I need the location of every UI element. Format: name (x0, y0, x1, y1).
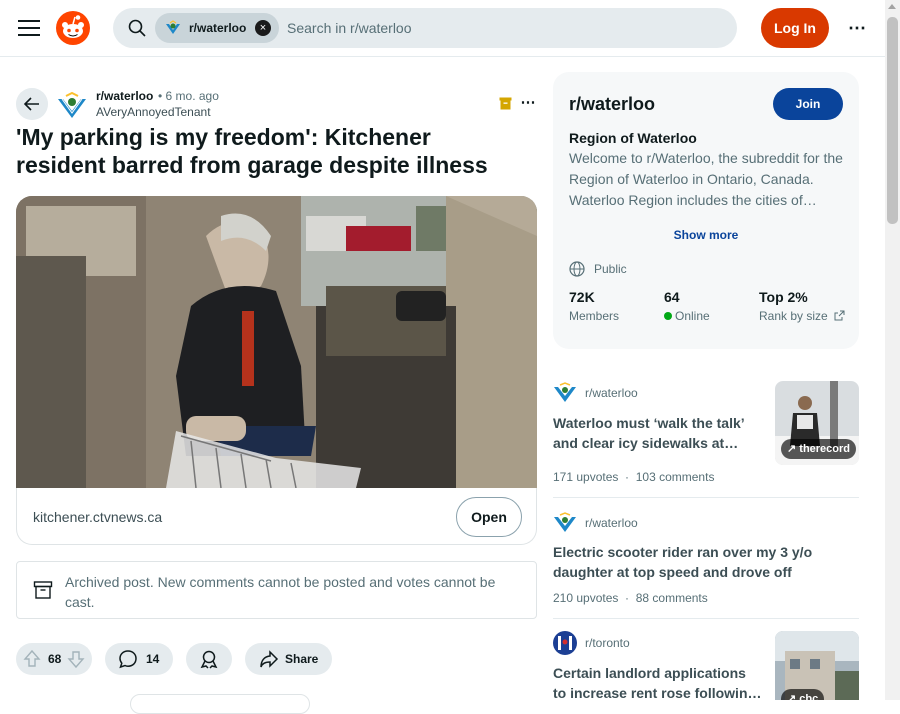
related-meta: 210 upvotes · 88 comments (553, 591, 708, 605)
community-description: Welcome to r/Waterloo, the subreddit for… (569, 150, 843, 208)
toronto-avatar-icon (553, 631, 577, 655)
subreddit-avatar-icon[interactable] (56, 90, 88, 122)
comment-count: 14 (146, 652, 160, 666)
show-more-button[interactable]: Show more (553, 228, 859, 242)
related-title[interactable]: Electric scooter rider ran over my 3 y/o… (553, 542, 843, 582)
archived-badge-icon (499, 97, 512, 110)
link-domain[interactable]: kitchener.ctvnews.ca (33, 509, 162, 525)
subreddit-chip-label: r/waterloo (189, 21, 247, 35)
scrollbar-thumb[interactable] (887, 17, 898, 224)
comments-button[interactable]: 14 (105, 643, 173, 675)
post-age: • 6 mo. ago (158, 89, 219, 103)
upvote-arrow-icon[interactable] (22, 649, 42, 669)
page-scrollbar[interactable] (885, 0, 900, 700)
vote-count: 68 (48, 652, 62, 666)
related-subreddit[interactable]: r/toronto (585, 636, 630, 650)
related-title[interactable]: Certain landlord applications to increas… (553, 663, 763, 700)
related-post[interactable]: r/toronto Certain landlord applications … (553, 631, 859, 700)
top-navigation-bar: r/waterloo × Search in r/waterloo Log In… (0, 0, 885, 57)
open-link-button[interactable]: Open (456, 497, 522, 537)
online-dot-icon (664, 312, 672, 320)
rank-label-wrap[interactable]: Rank by size (759, 309, 845, 323)
community-name[interactable]: r/waterloo (569, 94, 655, 115)
related-divider (553, 497, 859, 498)
thumbnail-source-tag: ↗ therecord (781, 439, 857, 459)
waterloo-avatar-icon (554, 512, 576, 532)
comment-bubble-icon (119, 650, 137, 669)
online-count: 64 (664, 289, 680, 305)
external-link-icon (834, 310, 845, 321)
share-icon (260, 650, 279, 668)
related-post[interactable]: r/waterloo Waterloo must ‘walk the talk’… (553, 381, 859, 491)
related-subreddit[interactable]: r/waterloo (585, 386, 638, 400)
share-button[interactable]: Share (245, 643, 332, 675)
search-placeholder[interactable]: Search in r/waterloo (287, 20, 412, 36)
archive-box-icon (33, 581, 53, 599)
waterloo-avatar-icon (554, 382, 576, 402)
related-upvotes: 210 upvotes (553, 591, 619, 605)
award-icon (200, 650, 218, 669)
post-author-link[interactable]: AVeryAnnoyedTenant (96, 105, 211, 119)
related-comments: 103 comments (635, 470, 715, 484)
related-subreddit[interactable]: r/waterloo (585, 516, 638, 530)
comment-box-peek[interactable] (130, 694, 310, 714)
community-visibility: Public (594, 262, 627, 276)
online-label-wrap: Online (664, 309, 710, 323)
waterloo-avatar-icon (166, 20, 180, 34)
related-upvotes: 171 upvotes (553, 470, 619, 484)
search-icon (128, 19, 146, 37)
search-bar[interactable]: r/waterloo × Search in r/waterloo (113, 8, 737, 48)
post-image[interactable] (16, 196, 537, 488)
rank-label: Rank by size (759, 309, 828, 323)
members-count: 72K (569, 289, 595, 305)
downvote-arrow-icon[interactable] (66, 649, 86, 669)
back-arrow-icon[interactable] (16, 88, 48, 120)
community-info-card: r/waterloo Join Region of Waterloo Welco… (553, 72, 859, 349)
login-button[interactable]: Log In (761, 8, 829, 48)
rank-value: Top 2% (759, 289, 808, 305)
archived-notice-text: Archived post. New comments cannot be po… (65, 574, 496, 610)
related-meta: 171 upvotes · 103 comments (553, 470, 715, 484)
menu-icon[interactable] (18, 19, 40, 37)
thumbnail-source-label: cbc (799, 693, 819, 700)
post-subreddit-link[interactable]: r/waterloo (96, 89, 153, 103)
thumbnail-source-label: therecord (799, 443, 851, 455)
vote-control: 68 (16, 643, 92, 675)
clear-chip-icon[interactable]: × (255, 20, 271, 36)
related-divider (553, 618, 859, 619)
join-button[interactable]: Join (773, 88, 843, 120)
related-thumbnail[interactable]: ↗ cbc (775, 631, 859, 700)
thumbnail-source-tag: ↗ cbc (781, 689, 825, 700)
scroll-up-arrow-icon[interactable] (888, 4, 896, 9)
external-link-card[interactable]: kitchener.ctvnews.ca Open (16, 488, 537, 545)
archived-notice: Archived post. New comments cannot be po… (16, 561, 537, 619)
post-title[interactable]: 'My parking is my freedom': Kitchener re… (16, 123, 526, 179)
related-post[interactable]: r/waterloo Electric scooter rider ran ov… (553, 511, 859, 607)
reddit-logo-icon[interactable] (56, 11, 90, 45)
more-options-icon[interactable]: ⋯ (846, 18, 868, 38)
online-label: Online (675, 309, 710, 323)
share-label: Share (285, 652, 319, 666)
subreddit-search-chip[interactable]: r/waterloo × (155, 13, 279, 43)
related-title[interactable]: Waterloo must ‘walk the talk’ and clear … (553, 413, 758, 453)
members-label: Members (569, 309, 620, 323)
related-comments: 88 comments (635, 591, 708, 605)
award-button[interactable] (186, 643, 232, 675)
post-more-options-icon[interactable]: ⋯ (518, 93, 538, 113)
globe-icon (569, 261, 585, 277)
related-thumbnail[interactable]: ↗ therecord (775, 381, 859, 465)
community-heading: Region of Waterloo (569, 130, 697, 146)
